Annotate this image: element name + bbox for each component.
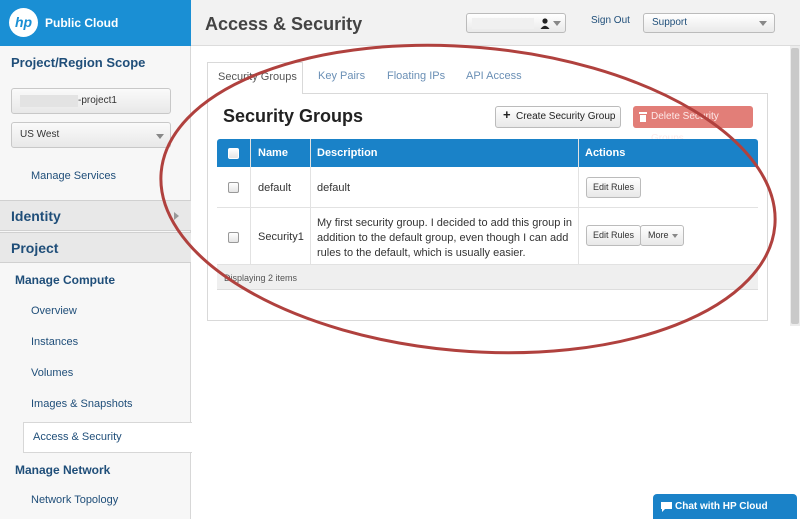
hp-logo[interactable]: hp: [9, 8, 38, 37]
row-checkbox[interactable]: [228, 182, 239, 193]
row-checkbox[interactable]: [228, 232, 239, 243]
region-value: US West: [20, 129, 60, 140]
chevron-right-icon: [174, 212, 179, 220]
support-select[interactable]: Support: [643, 13, 775, 33]
more-dropdown-button[interactable]: More: [640, 225, 684, 246]
project-field[interactable]: -project1: [11, 88, 171, 114]
column-header-name[interactable]: Name: [258, 147, 288, 159]
table-footer: Displaying 2 items: [217, 265, 758, 290]
row-description: My first security group. I decided to ad…: [317, 216, 572, 261]
row-description: default: [317, 182, 351, 194]
redacted-block: [20, 95, 78, 107]
scrollbar-thumb[interactable]: [791, 48, 799, 324]
tab-api-access[interactable]: API Access: [466, 70, 522, 82]
project-value: -project1: [78, 95, 117, 106]
manage-services-link[interactable]: Manage Services: [31, 170, 116, 182]
region-select[interactable]: US West: [11, 122, 171, 148]
nav-project[interactable]: Project: [0, 232, 191, 263]
edit-rules-button[interactable]: Edit Rules: [586, 177, 641, 198]
nav-identity[interactable]: Identity: [0, 200, 191, 231]
more-label: More: [648, 230, 669, 240]
description-line: addition to the default group, even thou…: [317, 232, 569, 244]
nav-volumes[interactable]: Volumes: [31, 367, 73, 379]
description-line: My first security group. I decided to ad…: [317, 217, 572, 229]
column-header-description[interactable]: Description: [317, 147, 378, 159]
select-all-checkbox[interactable]: [228, 148, 239, 159]
create-security-group-button[interactable]: + Create Security Group: [495, 106, 621, 128]
delete-security-groups-button[interactable]: Delete Security Groups: [633, 106, 753, 144]
table-row: [217, 167, 758, 208]
nav-images-snapshots[interactable]: Images & Snapshots: [31, 398, 133, 410]
tab-key-pairs[interactable]: Key Pairs: [318, 70, 365, 82]
support-label: Support: [652, 17, 688, 28]
scope-title: Project/Region Scope: [11, 55, 146, 70]
nav-manage-compute[interactable]: Manage Compute: [15, 273, 115, 287]
nav-instances[interactable]: Instances: [31, 336, 78, 348]
tab-security-groups[interactable]: Security Groups: [207, 62, 303, 94]
tab-floating-ips[interactable]: Floating IPs: [387, 70, 445, 82]
user-select[interactable]: [466, 13, 566, 33]
edit-rules-button[interactable]: Edit Rules: [586, 225, 641, 246]
description-line: rules to the default, which is usually e…: [317, 247, 526, 259]
page-title: Access & Security: [205, 14, 363, 34]
plus-icon: +: [503, 107, 511, 122]
row-name: default: [258, 182, 292, 194]
chat-button[interactable]: Chat with HP Cloud: [653, 494, 797, 519]
user-icon: [540, 18, 550, 29]
nav-manage-network[interactable]: Manage Network: [15, 463, 110, 477]
chevron-down-icon: [672, 234, 678, 238]
chat-label: Chat with HP Cloud: [675, 501, 768, 512]
nav-access-security[interactable]: Access & Security: [33, 431, 122, 443]
nav-identity-label: Identity: [11, 208, 61, 224]
create-button-label: Create Security Group: [516, 111, 616, 122]
sign-out-link[interactable]: Sign Out: [591, 15, 630, 26]
chevron-down-icon: [553, 21, 561, 26]
redacted-block: [472, 18, 534, 29]
row-name: Security1: [258, 231, 304, 243]
nav-overview[interactable]: Overview: [31, 305, 77, 317]
brand-name: Public Cloud: [45, 16, 119, 30]
trash-icon: [639, 112, 647, 122]
chevron-down-icon: [759, 21, 767, 26]
section-heading: Security Groups: [223, 106, 364, 126]
table-header: [217, 139, 758, 167]
chat-bubble-icon: [661, 502, 672, 512]
nav-network-topology[interactable]: Network Topology: [31, 494, 118, 506]
column-header-actions: Actions: [585, 147, 626, 159]
chevron-down-icon: [156, 134, 164, 139]
